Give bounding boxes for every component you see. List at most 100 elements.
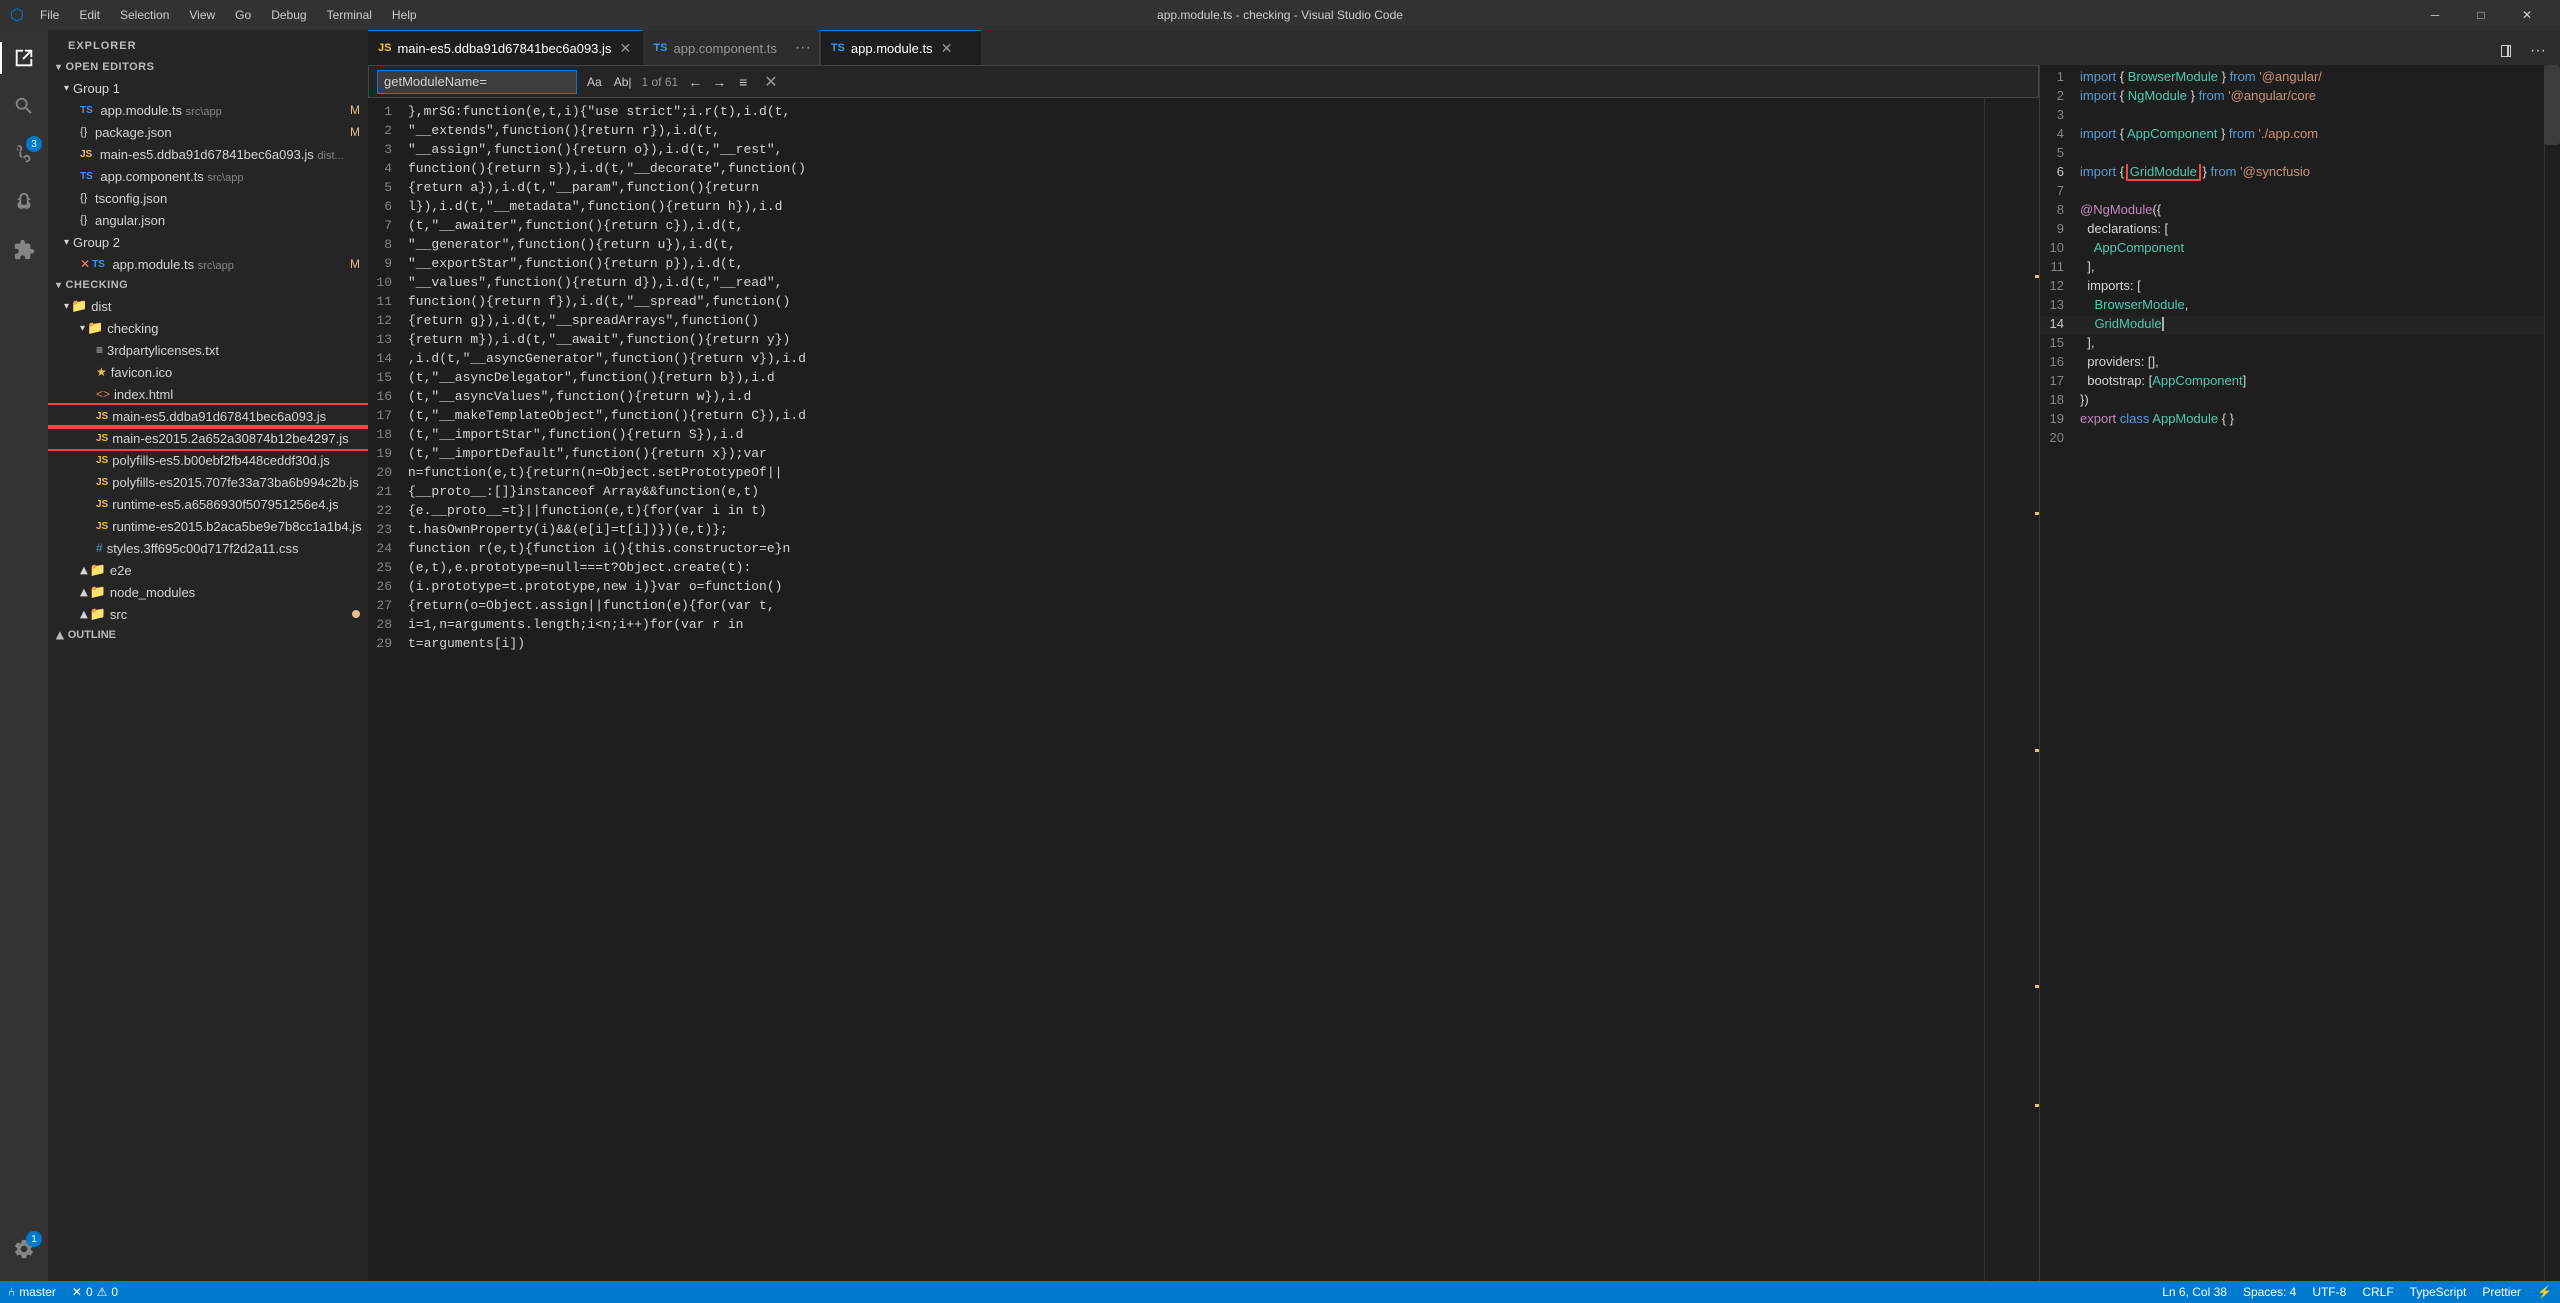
node-modules-folder[interactable]: ▶ 📁 node_modules	[48, 581, 368, 603]
menu-edit[interactable]: Edit	[71, 6, 108, 24]
left-editor-minimap	[1984, 98, 2039, 1281]
file-main-es2015[interactable]: JS main-es2015.2a652a30874b12be4297.js	[48, 427, 368, 449]
maximize-button[interactable]: □	[2458, 0, 2504, 30]
match-case-button[interactable]: Aa	[583, 73, 606, 91]
editor-area: JS main-es5.ddba91d67841bec6a093.js ✕ TS…	[368, 30, 2560, 1281]
group1-chevron: ▾	[64, 83, 69, 94]
open-editor-package-json[interactable]: {} package.json M	[48, 121, 368, 143]
file-runtime-es5[interactable]: JS runtime-es5.a6586930f507951256e4.js	[48, 493, 368, 515]
status-notification[interactable]: ⚡	[2529, 1285, 2560, 1299]
menu-terminal[interactable]: Terminal	[319, 6, 380, 24]
activity-source-control[interactable]: 3	[0, 130, 48, 178]
activity-explorer[interactable]	[0, 34, 48, 82]
file-polyfills-es5[interactable]: JS polyfills-es5.b00ebf2fb448ceddf30d.js	[48, 449, 368, 471]
modified-indicator-2: M	[350, 125, 360, 139]
open-editor-group2-app-module[interactable]: ✕ TS app.module.ts src\app M	[48, 253, 368, 275]
open-editor-package-json-name: package.json	[91, 125, 350, 140]
status-position[interactable]: Ln 6, Col 38	[2154, 1285, 2235, 1299]
close-file-icon[interactable]: ✕	[80, 257, 90, 271]
group1-header[interactable]: ▾ Group 1	[48, 77, 368, 99]
outline-label: OUTLINE	[68, 629, 116, 641]
open-editor-main-js[interactable]: JS main-es5.ddba91d67841bec6a093.js dist…	[48, 143, 368, 165]
tab-more-button[interactable]: ···	[787, 30, 819, 65]
editor-left: Aa Ab| 1 of 61 ← → ≡ ✕ 1},mrSG:fu	[368, 65, 2040, 1281]
tab-app-component[interactable]: TS app.component.ts	[643, 30, 786, 65]
activity-bar: 3 1	[0, 30, 48, 1281]
right-code-line-6: 6 import { GridModule } from '@syncfusio	[2040, 164, 2544, 183]
checking-folder[interactable]: ▾ 📁 checking	[48, 317, 368, 339]
code-line-16: 16(t,"__asyncValues",function(){return w…	[368, 387, 1984, 406]
eol-text: CRLF	[2362, 1285, 2393, 1299]
menu-view[interactable]: View	[181, 6, 223, 24]
src-folder[interactable]: ▶ 📁 src	[48, 603, 368, 625]
file-runtime-es2015[interactable]: JS runtime-es2015.b2aca5be9e7b8cc1a1b4.j…	[48, 515, 368, 537]
status-spaces[interactable]: Spaces: 4	[2235, 1285, 2304, 1299]
file-polyfills-es2015-label: polyfills-es2015.707fe33a73ba6b994c2b.js	[112, 475, 368, 490]
code-line-6: 6l}),i.d(t,"__metadata",function(){retur…	[368, 197, 1984, 216]
dist-folder[interactable]: ▾ 📁 dist	[48, 295, 368, 317]
code-line-25: 25(e,t),e.prototype=null===t?Object.crea…	[368, 558, 1984, 577]
find-close-button[interactable]: ✕	[764, 72, 777, 92]
scrollbar-thumb[interactable]	[2544, 65, 2560, 145]
split-editor-button[interactable]	[2492, 37, 2520, 65]
status-eol[interactable]: CRLF	[2354, 1285, 2401, 1299]
status-language[interactable]: TypeScript	[2402, 1285, 2475, 1299]
minimize-button[interactable]: ─	[2412, 0, 2458, 30]
editor-toolbar-right: ···	[2492, 37, 2560, 65]
json-icon: {}	[80, 126, 87, 138]
checking-section[interactable]: ▾ CHECKING	[48, 275, 368, 295]
whole-word-button[interactable]: Ab|	[610, 73, 636, 91]
menu-debug[interactable]: Debug	[263, 6, 314, 24]
group1-label: Group 1	[73, 81, 120, 96]
open-editors-section[interactable]: ▾ Open Editors	[48, 57, 368, 77]
find-count: 1 of 61	[641, 75, 678, 89]
tab-app-module[interactable]: TS app.module.ts ✕	[821, 30, 981, 65]
code-line-1: 1},mrSG:function(e,t,i){"use strict";i.r…	[368, 102, 1984, 121]
spaces-text: Spaces: 4	[2243, 1285, 2296, 1299]
minimap-highlight-3	[2035, 749, 2039, 752]
editor-right-code[interactable]: 1 import { BrowserModule } from '@angula…	[2040, 65, 2544, 1281]
right-code-line-2: 2 import { NgModule } from '@angular/cor…	[2040, 88, 2544, 107]
file-favicon[interactable]: ★ favicon.ico	[48, 361, 368, 383]
menu-selection[interactable]: Selection	[112, 6, 177, 24]
status-encoding[interactable]: UTF-8	[2304, 1285, 2354, 1299]
find-more-button[interactable]: ≡	[732, 71, 754, 93]
activity-extensions[interactable]	[0, 226, 48, 274]
file-polyfills-es2015[interactable]: JS polyfills-es2015.707fe33a73ba6b994c2b…	[48, 471, 368, 493]
tab-main-js[interactable]: JS main-es5.ddba91d67841bec6a093.js ✕	[368, 30, 643, 65]
status-formatter[interactable]: Prettier	[2474, 1285, 2529, 1299]
e2e-folder[interactable]: ▶ 📁 e2e	[48, 559, 368, 581]
find-next-button[interactable]: →	[708, 71, 730, 93]
status-branch[interactable]: ⑃ master	[0, 1281, 64, 1303]
activity-settings[interactable]: 1	[0, 1225, 48, 1273]
status-errors[interactable]: ✕ 0 ⚠ 0	[64, 1281, 126, 1303]
open-editor-angular-json[interactable]: {} angular.json	[48, 209, 368, 231]
tab-main-js-close[interactable]: ✕	[617, 40, 633, 56]
menu-help[interactable]: Help	[384, 6, 425, 24]
open-editor-app-module[interactable]: TS app.module.ts src\app M	[48, 99, 368, 121]
code-line-22: 22{e.__proto__=t}||function(e,t){for(var…	[368, 501, 1984, 520]
open-editor-app-component[interactable]: TS app.component.ts src\app	[48, 165, 368, 187]
file-3rdpartylicenses[interactable]: ≡ 3rdpartylicenses.txt	[48, 339, 368, 361]
file-main-es5[interactable]: JS main-es5.ddba91d67841bec6a093.js	[48, 405, 368, 427]
close-button[interactable]: ✕	[2504, 0, 2550, 30]
editor-right: 1 import { BrowserModule } from '@angula…	[2040, 65, 2560, 1281]
file-index-html[interactable]: <> index.html	[48, 383, 368, 405]
activity-debug[interactable]	[0, 178, 48, 226]
editor-left-code[interactable]: 1},mrSG:function(e,t,i){"use strict";i.r…	[368, 98, 1984, 1281]
find-prev-button[interactable]: ←	[684, 71, 706, 93]
more-actions-button[interactable]: ···	[2524, 37, 2552, 65]
activity-search[interactable]	[0, 82, 48, 130]
code-line-28: 28i=1,n=arguments.length;i<n;i++)for(var…	[368, 615, 1984, 634]
group2-header[interactable]: ▾ Group 2	[48, 231, 368, 253]
menu-go[interactable]: Go	[227, 6, 259, 24]
tab-app-module-close[interactable]: ✕	[939, 40, 955, 56]
outline-section[interactable]: ▶ OUTLINE	[48, 625, 368, 645]
open-editor-tsconfig[interactable]: {} tsconfig.json	[48, 187, 368, 209]
js-file-icon: JS	[96, 411, 108, 422]
code-line-10: 10"__values",function(){return d}),i.d(t…	[368, 273, 1984, 292]
find-input[interactable]	[377, 70, 577, 94]
menu-file[interactable]: File	[32, 6, 67, 24]
file-styles-css[interactable]: # styles.3ff695c00d717f2d2a11.css	[48, 537, 368, 559]
right-code-line-15: 15 ],	[2040, 335, 2544, 354]
